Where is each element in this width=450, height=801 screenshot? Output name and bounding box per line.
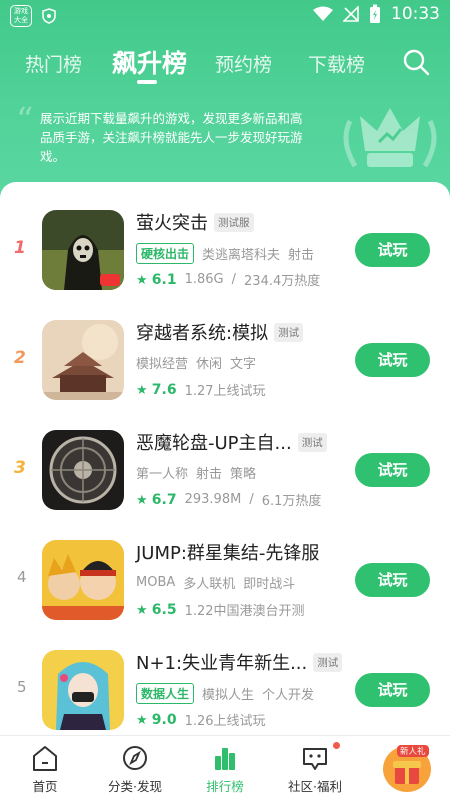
crown-trophy-icon	[343, 108, 437, 168]
star-icon: ★	[136, 382, 148, 398]
release-info: 1.22中国港澳台开测	[184, 604, 305, 619]
nav-label: 社区·福利	[288, 779, 342, 794]
home-icon	[33, 746, 57, 771]
star-icon: ★	[136, 602, 148, 618]
nav-label: 排行榜	[206, 779, 244, 794]
ranking-description: 展示近期下载量飙升的游戏，发现更多新品和高品质手游，关注飙升榜就能先人一步发现好…	[40, 111, 303, 164]
genre-tag: 个人开发	[262, 688, 315, 703]
score: 7.6	[151, 381, 177, 398]
nav-label: 分类·发现	[108, 779, 162, 794]
score: 6.1	[151, 271, 177, 288]
battery-icon	[370, 4, 380, 23]
genre-tag: 类逃离塔科夫	[202, 248, 281, 263]
test-badge: 测试	[313, 652, 343, 672]
list-item[interactable]: 4 JUMP:群星集结-先锋服 MOBA 多人联机 即时战斗 ★ 6.5 1.2…	[0, 512, 450, 622]
status-bar: 游戏大全 10:33	[0, 0, 450, 32]
test-badge: 测试服	[214, 212, 254, 232]
test-badge: 测试	[297, 432, 327, 452]
release-info: 1.27上线试玩	[184, 384, 266, 399]
new-user-gift-badge: 新人礼	[397, 745, 429, 757]
separator: /	[231, 272, 237, 287]
notification-dot	[333, 742, 340, 749]
game-title[interactable]: 萤火突击	[136, 209, 208, 235]
star-icon: ★	[136, 272, 148, 288]
genre-tag: 多人联机	[183, 577, 236, 592]
heat-count: 6.1万热度	[261, 494, 322, 509]
rank-number: 4	[17, 568, 27, 586]
list-item[interactable]: 1 萤火突击 测试服 硬核出击 类逃离塔科夫 射击 ★ 6.1 1.86G /	[0, 182, 450, 292]
play-button[interactable]: 试玩	[355, 453, 430, 487]
game-icon[interactable]	[42, 320, 124, 400]
game-title[interactable]: 恶魔轮盘-UP主自...	[136, 429, 292, 455]
play-button[interactable]: 试玩	[355, 343, 430, 377]
tab-download[interactable]: 下载榜	[308, 50, 365, 77]
active-tab-indicator	[137, 80, 157, 84]
highlight-tag: 硬核出击	[136, 243, 195, 264]
rank-number: 3	[14, 458, 26, 478]
highlight-tag: 数据人生	[136, 683, 195, 704]
tab-rising[interactable]: 飙升榜	[112, 44, 187, 80]
list-item[interactable]: 5 N+1:失业青年新生... 测试 数据人生 模拟人生 个人开发 ★ 9.0 …	[0, 622, 450, 732]
score: 6.5	[151, 601, 177, 618]
play-button[interactable]: 试玩	[355, 563, 430, 597]
tab-hot[interactable]: 热门榜	[25, 50, 82, 77]
shield-icon	[42, 8, 56, 24]
file-size: 293.98M	[184, 492, 242, 507]
genre-tag: 射击	[196, 467, 223, 482]
list-item[interactable]: 2 穿越者系统:模拟 测试 模拟经营 休闲 文字 ★ 7.6 1.27上线试玩 …	[0, 292, 450, 402]
genre-tag: 模拟经营	[136, 357, 189, 372]
list-item[interactable]: 3 恶魔轮盘-UP主自... 测试 第一人称 射击 策略 ★ 6.7 293.9…	[0, 402, 450, 512]
rank-number: 2	[14, 348, 26, 368]
tab-reserve[interactable]: 预约榜	[215, 50, 272, 77]
genre-tag: 休闲	[196, 357, 223, 372]
genre-tag: 即时战斗	[243, 577, 296, 592]
game-title[interactable]: 穿越者系统:模拟	[136, 319, 268, 345]
community-icon	[303, 748, 327, 770]
play-button[interactable]: 试玩	[355, 673, 430, 707]
app-logo: 游戏大全	[10, 5, 32, 27]
search-icon[interactable]	[402, 48, 430, 76]
separator: /	[249, 492, 254, 507]
genre-tag: 第一人称	[136, 467, 189, 482]
genre-tag: 策略	[230, 467, 257, 482]
nav-community[interactable]: 社区·福利	[270, 736, 360, 801]
file-size: 1.86G	[184, 272, 224, 287]
nav-ranking[interactable]: 排行榜	[180, 736, 270, 801]
wifi-icon	[313, 6, 333, 21]
game-icon[interactable]	[42, 430, 124, 510]
game-title[interactable]: JUMP:群星集结-先锋服	[136, 539, 319, 565]
genre-tag: 模拟人生	[202, 688, 255, 703]
rank-tabs: 热门榜 飙升榜 预约榜 下载榜	[0, 38, 450, 88]
genre-tag: 文字	[230, 357, 257, 372]
no-signal-icon	[343, 6, 359, 22]
header-banner: 游戏大全 10:33 热门榜 飙升榜 预约榜 下载榜 “ 展示近期下载量飙升的游…	[0, 0, 450, 200]
nav-home[interactable]: 首页	[0, 736, 90, 801]
star-icon: ★	[136, 492, 148, 508]
compass-icon	[123, 746, 147, 770]
ranking-icon	[215, 748, 235, 770]
clock: 10:33	[391, 4, 440, 24]
heat-count: 234.4万热度	[244, 274, 321, 289]
genre-tag: MOBA	[136, 575, 176, 590]
rank-number: 1	[14, 238, 26, 258]
game-icon[interactable]	[42, 210, 124, 290]
quote-icon: “	[16, 100, 34, 140]
release-info: 1.26上线试玩	[184, 714, 266, 729]
game-title[interactable]: N+1:失业青年新生...	[136, 649, 307, 675]
score: 9.0	[151, 711, 177, 728]
nav-label: 首页	[32, 779, 58, 794]
rank-number: 5	[17, 678, 27, 696]
star-icon: ★	[136, 712, 148, 728]
play-button[interactable]: 试玩	[355, 233, 430, 267]
game-icon[interactable]	[42, 650, 124, 730]
test-badge: 测试	[274, 322, 304, 342]
ranking-list: 1 萤火突击 测试服 硬核出击 类逃离塔科夫 射击 ★ 6.1 1.86G /	[0, 182, 450, 737]
nav-discover[interactable]: 分类·发现	[90, 736, 180, 801]
game-icon[interactable]	[42, 540, 124, 620]
genre-tag: 射击	[288, 248, 315, 263]
score: 6.7	[151, 491, 177, 508]
